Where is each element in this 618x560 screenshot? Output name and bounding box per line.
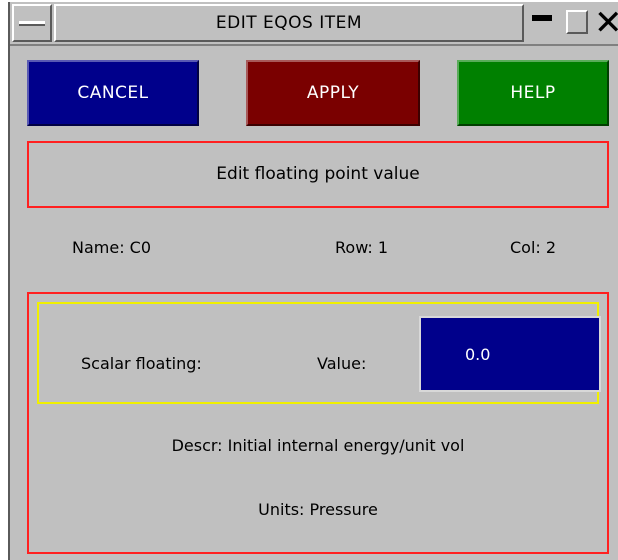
- value-label: Value:: [317, 354, 367, 373]
- edit-heading: Edit floating point value: [216, 164, 420, 184]
- maximize-icon: [566, 10, 588, 34]
- apply-button[interactable]: APPLY: [246, 60, 420, 126]
- scalar-panel: Scalar floating: Value:: [37, 302, 601, 404]
- window-menu-icon[interactable]: [12, 4, 52, 42]
- minimize-icon: [532, 15, 552, 21]
- title-bar: EDIT EQOS ITEM ✕: [10, 2, 618, 46]
- minimize-button[interactable]: [524, 4, 564, 42]
- close-icon: ✕: [594, 3, 618, 43]
- maximize-button[interactable]: [564, 4, 594, 42]
- close-button[interactable]: ✕: [594, 4, 618, 42]
- value-input[interactable]: [419, 316, 601, 392]
- help-button[interactable]: HELP: [457, 60, 609, 126]
- scalar-floating-label: Scalar floating:: [81, 354, 202, 373]
- item-col: Col: 2: [510, 238, 557, 257]
- value-panel: Scalar floating: Value: Descr: Initial i…: [27, 292, 609, 554]
- cancel-button[interactable]: CANCEL: [27, 60, 199, 126]
- item-name: Name: C0: [72, 238, 152, 257]
- description-text: Descr: Initial internal energy/unit vol: [171, 436, 465, 455]
- window-title: EDIT EQOS ITEM: [54, 4, 524, 42]
- item-row: Row: 1: [335, 238, 389, 257]
- edit-heading-box: Edit floating point value: [27, 141, 609, 208]
- units-text: Units: Pressure: [258, 500, 378, 519]
- edit-eqos-item-window: EDIT EQOS ITEM ✕ CANCEL APPLY HELP Edit …: [8, 2, 618, 560]
